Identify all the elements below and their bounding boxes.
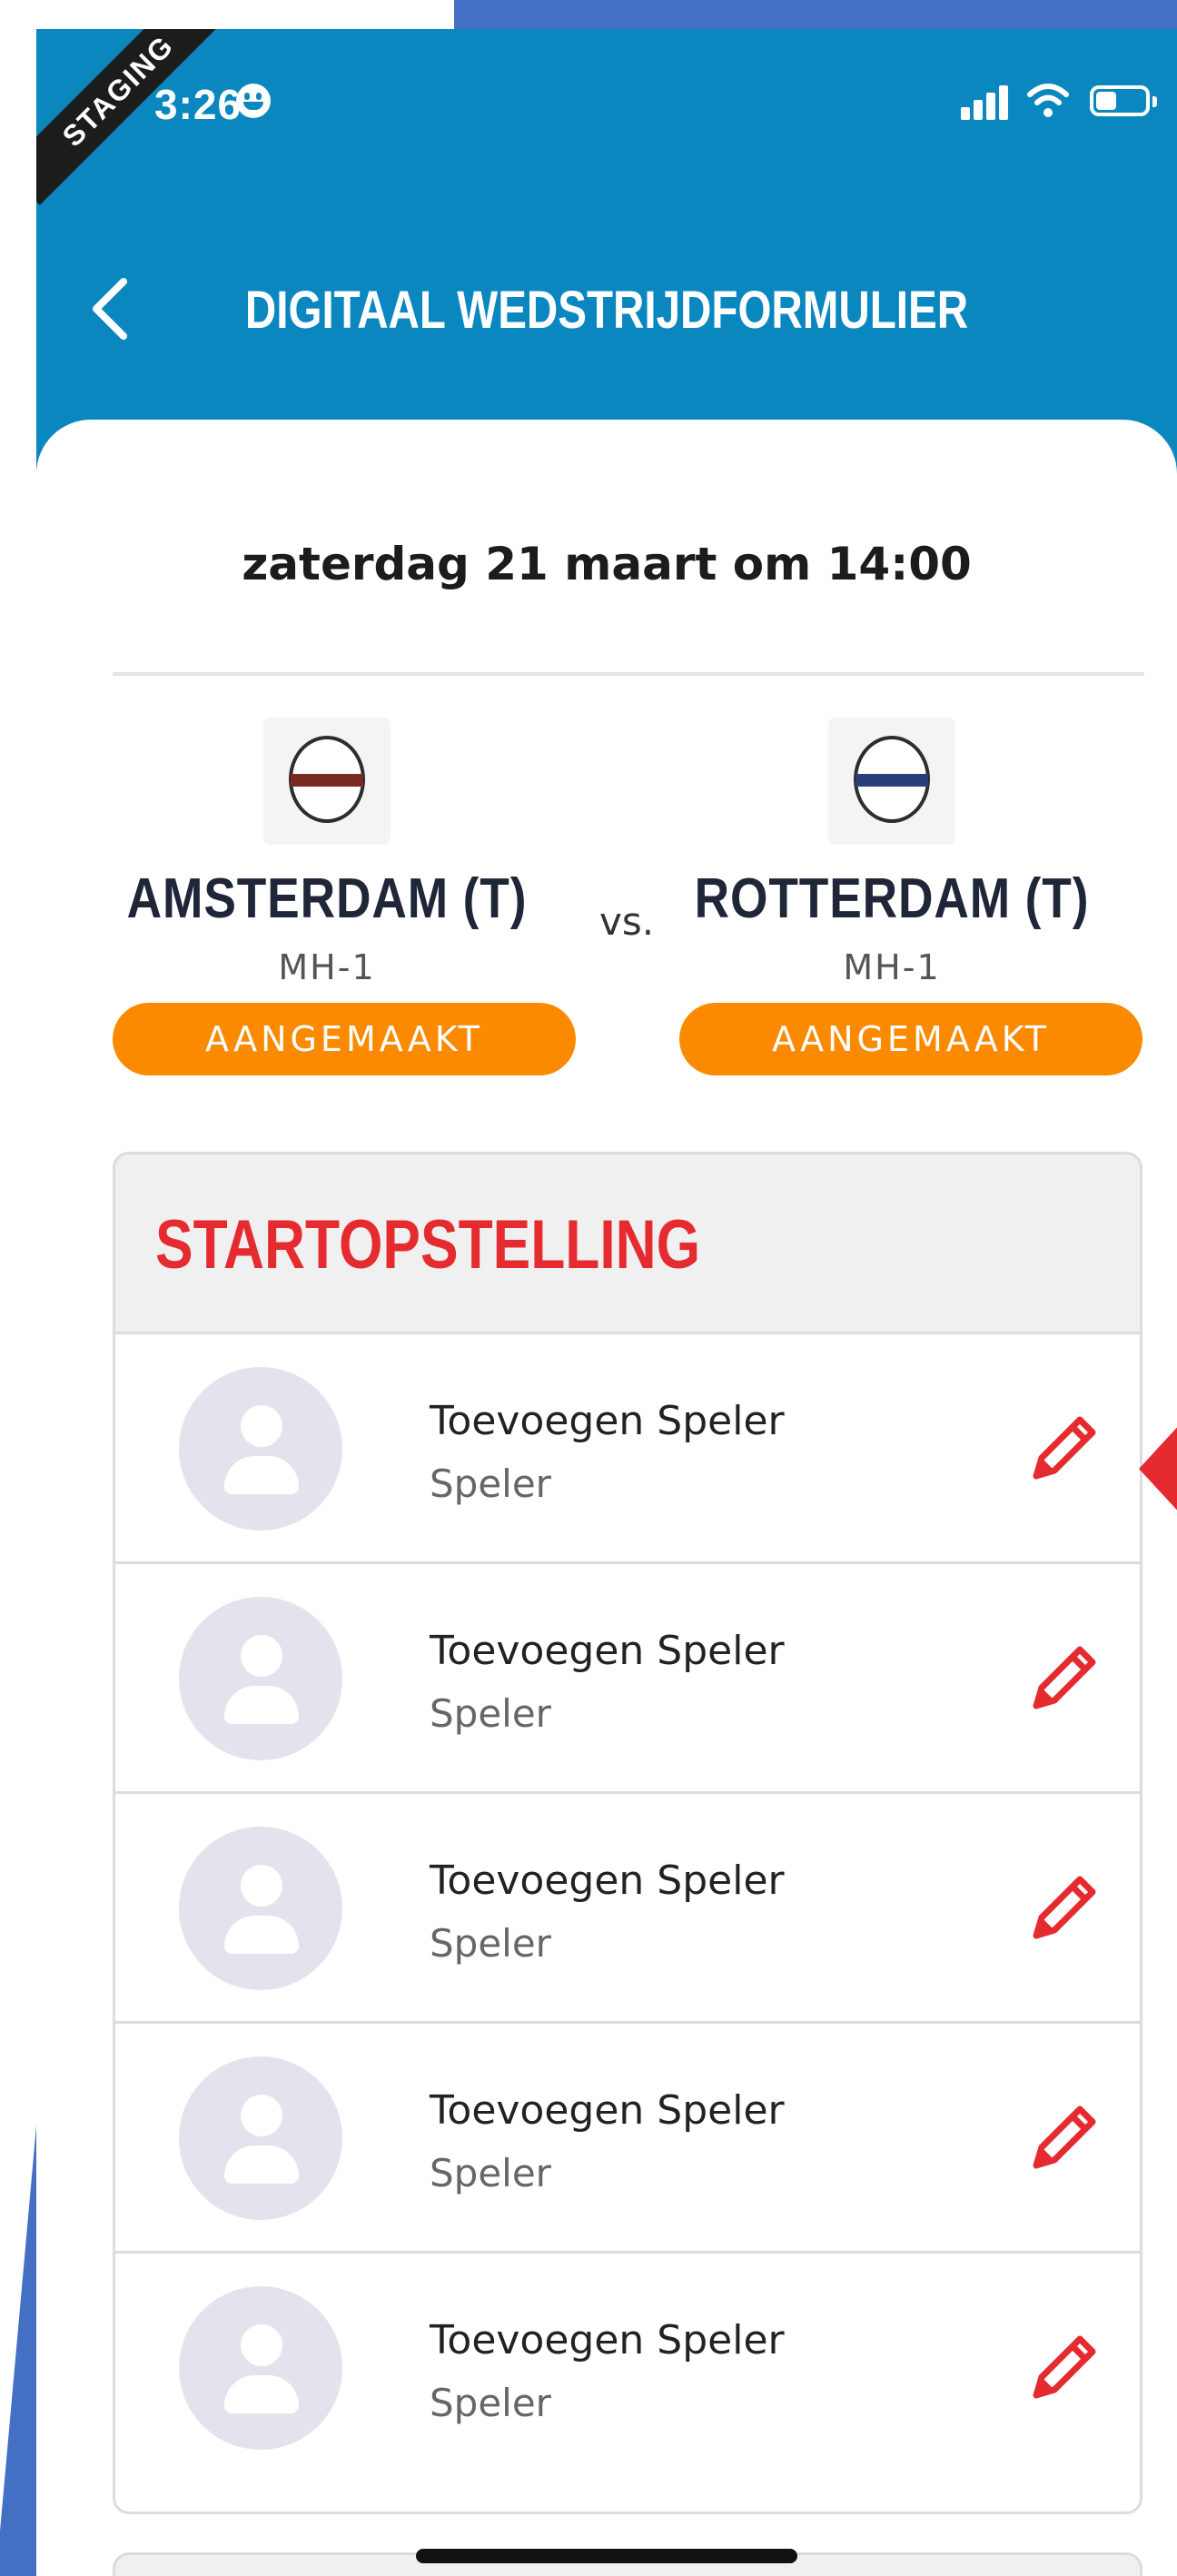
lineup-card: STARTOPSTELLING Toevoegen Speler Speler … bbox=[113, 1152, 1142, 2514]
home-team-logo bbox=[263, 718, 391, 845]
page-title: DIGITAAL WEDSTRIJDFORMULIER bbox=[244, 281, 969, 340]
smiley-icon bbox=[236, 84, 271, 118]
pencil-icon[interactable] bbox=[1024, 1637, 1105, 1719]
home-status-badge[interactable]: AANGEMAAKT bbox=[113, 1003, 576, 1075]
player-role: Speler bbox=[430, 1461, 551, 1506]
away-team-level: MH-1 bbox=[843, 947, 941, 987]
background-slide-shape bbox=[454, 0, 1177, 29]
pencil-icon[interactable] bbox=[1024, 2326, 1105, 2408]
away-status-badge[interactable]: AANGEMAAKT bbox=[679, 1003, 1142, 1075]
player-row[interactable]: Toevoegen Speler Speler bbox=[115, 2024, 1140, 2254]
chevron-left-icon[interactable] bbox=[84, 272, 138, 345]
player-name: Toevoegen Speler bbox=[430, 2087, 785, 2134]
match-date: zaterdag 21 maart om 14:00 bbox=[242, 538, 972, 590]
wifi-icon bbox=[1027, 84, 1069, 117]
away-team: ROTTERDAM (T) MH-1 bbox=[638, 718, 1146, 987]
home-team: AMSTERDAM (T) MH-1 bbox=[73, 718, 581, 987]
player-name: Toevoegen Speler bbox=[430, 1858, 785, 1904]
home-indicator[interactable] bbox=[416, 2549, 797, 2563]
pencil-icon[interactable] bbox=[1024, 1407, 1105, 1489]
battery-icon bbox=[1090, 85, 1157, 116]
player-row[interactable]: Toevoegen Speler Speler bbox=[115, 1564, 1140, 1794]
phone-screen: 3:26 STAGING DIGITAAL WEDSTRIJDFORMULIER… bbox=[36, 29, 1177, 2576]
player-row[interactable]: Toevoegen Speler Speler bbox=[115, 1334, 1140, 1564]
player-name: Toevoegen Speler bbox=[430, 1398, 785, 1444]
player-row[interactable]: Toevoegen Speler Speler bbox=[115, 2254, 1140, 2483]
status-time: 3:26 bbox=[154, 81, 242, 128]
away-team-name: ROTTERDAM (T) bbox=[694, 867, 1090, 930]
avatar-placeholder-icon bbox=[179, 1827, 342, 1990]
home-team-name: AMSTERDAM (T) bbox=[126, 867, 528, 930]
player-role: Speler bbox=[430, 2381, 551, 2425]
player-name: Toevoegen Speler bbox=[430, 1628, 785, 1674]
avatar-placeholder-icon bbox=[179, 1597, 342, 1760]
pencil-icon[interactable] bbox=[1024, 1867, 1105, 1948]
away-team-logo bbox=[828, 718, 955, 845]
player-role: Speler bbox=[430, 2151, 551, 2195]
avatar-placeholder-icon bbox=[179, 2056, 342, 2220]
player-role: Speler bbox=[430, 1691, 551, 1736]
pencil-icon[interactable] bbox=[1024, 2096, 1105, 2178]
background-slide-shape-left bbox=[0, 2125, 36, 2576]
player-name: Toevoegen Speler bbox=[430, 2317, 785, 2363]
player-role: Speler bbox=[430, 1921, 551, 1966]
avatar-placeholder-icon bbox=[179, 2286, 342, 2450]
lineup-title: STARTOPSTELLING bbox=[155, 1206, 701, 1283]
player-row[interactable]: Toevoegen Speler Speler bbox=[115, 1794, 1140, 2024]
home-team-level: MH-1 bbox=[278, 947, 376, 987]
divider bbox=[113, 672, 1144, 676]
cellular-signal-icon bbox=[961, 84, 1010, 120]
lineup-card-header: STARTOPSTELLING bbox=[115, 1154, 1140, 1334]
avatar-placeholder-icon bbox=[179, 1367, 342, 1531]
